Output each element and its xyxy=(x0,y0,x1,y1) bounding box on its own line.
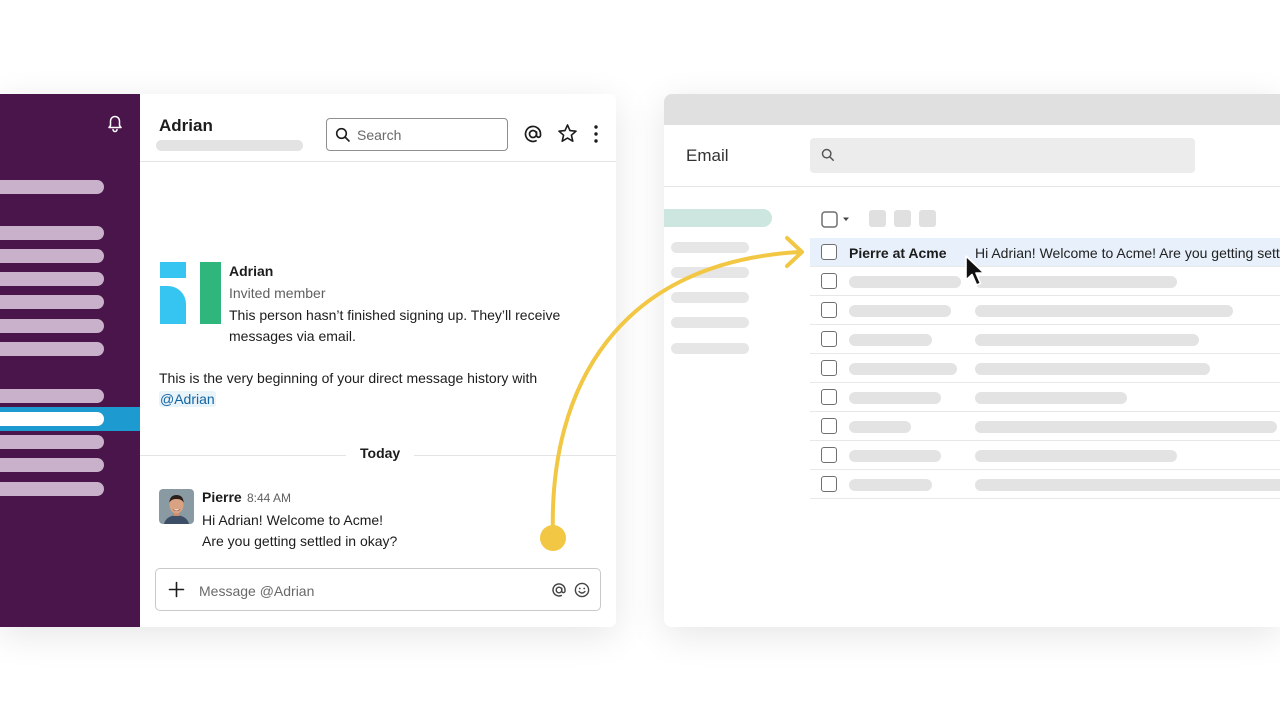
nav-item[interactable] xyxy=(671,267,749,278)
snippet-placeholder xyxy=(975,450,1177,462)
sidebar-item[interactable] xyxy=(0,249,104,263)
snippet-placeholder xyxy=(975,276,1177,288)
email-row[interactable] xyxy=(810,354,1280,383)
more-vertical-icon[interactable] xyxy=(592,124,600,144)
avatar[interactable] xyxy=(159,489,194,524)
chevron-down-icon xyxy=(843,217,849,221)
row-checkbox[interactable] xyxy=(821,476,837,492)
nav-item-active[interactable] xyxy=(664,209,772,227)
sidebar-item[interactable] xyxy=(0,435,104,449)
snippet-placeholder xyxy=(975,421,1277,433)
sidebar-item[interactable] xyxy=(0,389,104,403)
star-icon[interactable] xyxy=(557,123,578,144)
row-checkbox[interactable] xyxy=(821,302,837,318)
message-text-line2: Are you getting settled in okay? xyxy=(202,533,398,549)
history-intro-text: This is the very beginning of your direc… xyxy=(159,370,538,386)
channel-subtitle-placeholder xyxy=(156,140,303,151)
snippet-placeholder xyxy=(975,305,1233,317)
row-checkbox[interactable] xyxy=(821,389,837,405)
sender-placeholder xyxy=(849,334,932,346)
select-all-checkbox[interactable] xyxy=(821,211,853,228)
sidebar-item[interactable] xyxy=(0,342,104,356)
toolbar-button[interactable] xyxy=(919,210,936,227)
at-sign-icon[interactable] xyxy=(551,582,567,598)
nav-item[interactable] xyxy=(671,242,749,253)
email-snippet: Hi Adrian! Welcome to Acme! Are you gett… xyxy=(975,245,1280,261)
workspace-logo xyxy=(160,262,221,324)
search-input[interactable]: Search xyxy=(326,118,508,151)
sidebar-item[interactable] xyxy=(0,319,104,333)
email-window: Email Pierre at Acme Hi Adrian! Welcome … xyxy=(664,94,1280,627)
email-row[interactable] xyxy=(810,441,1280,470)
conversation-pane: Adrian Search Adrian Invited member This… xyxy=(140,94,616,627)
message-input[interactable]: Message @Adrian xyxy=(199,583,314,599)
plus-icon[interactable] xyxy=(168,581,185,598)
nav-item[interactable] xyxy=(671,292,749,303)
nav-item[interactable] xyxy=(671,317,749,328)
sidebar-item[interactable] xyxy=(0,482,104,496)
sender-placeholder xyxy=(849,450,941,462)
sender-placeholder xyxy=(849,392,941,404)
sender-placeholder xyxy=(849,479,932,491)
row-checkbox[interactable] xyxy=(821,331,837,347)
snippet-placeholder xyxy=(975,392,1127,404)
emoji-icon[interactable] xyxy=(574,582,590,598)
search-placeholder: Search xyxy=(357,127,402,143)
search-input[interactable] xyxy=(810,138,1195,173)
email-row-highlighted[interactable]: Pierre at Acme Hi Adrian! Welcome to Acm… xyxy=(810,238,1280,267)
row-checkbox[interactable] xyxy=(821,360,837,376)
email-row[interactable] xyxy=(810,383,1280,412)
at-sign-icon[interactable] xyxy=(523,124,543,144)
snippet-placeholder xyxy=(975,363,1210,375)
sender-placeholder xyxy=(849,276,961,288)
email-row[interactable] xyxy=(810,325,1280,354)
row-checkbox[interactable] xyxy=(821,244,837,260)
conversation-header: Adrian Search xyxy=(140,94,616,162)
profile-name[interactable]: Adrian xyxy=(229,263,273,279)
sidebar-item-active[interactable] xyxy=(0,407,140,431)
history-intro: This is the very beginning of your direc… xyxy=(159,368,579,410)
sidebar xyxy=(0,94,140,627)
header-divider xyxy=(664,186,1280,187)
nav-item[interactable] xyxy=(671,343,749,354)
sender-placeholder xyxy=(849,421,911,433)
date-divider-label[interactable]: Today xyxy=(346,445,415,461)
sidebar-item-active-label xyxy=(0,412,104,426)
search-icon xyxy=(821,148,834,161)
search-icon xyxy=(335,127,350,142)
sender-placeholder xyxy=(849,363,957,375)
profile-role: Invited member xyxy=(229,285,326,301)
sidebar-item[interactable] xyxy=(0,180,104,194)
sender-placeholder xyxy=(849,305,951,317)
email-row[interactable] xyxy=(810,267,1280,296)
sidebar-item[interactable] xyxy=(0,295,104,309)
email-sender: Pierre at Acme xyxy=(849,245,947,261)
window-titlebar xyxy=(664,94,1280,125)
app-title: Email xyxy=(686,146,729,165)
email-row[interactable] xyxy=(810,470,1280,499)
mouse-cursor-icon xyxy=(965,255,985,286)
channel-title[interactable]: Adrian xyxy=(159,116,213,136)
sidebar-item[interactable] xyxy=(0,226,104,240)
row-checkbox[interactable] xyxy=(821,273,837,289)
user-mention[interactable]: @Adrian xyxy=(159,391,216,407)
sidebar-item[interactable] xyxy=(0,272,104,286)
row-checkbox[interactable] xyxy=(821,418,837,434)
email-row[interactable] xyxy=(810,412,1280,441)
toolbar-button[interactable] xyxy=(894,210,911,227)
email-row[interactable] xyxy=(810,296,1280,325)
message-composer[interactable]: Message @Adrian xyxy=(155,568,601,611)
snippet-placeholder xyxy=(975,334,1199,346)
sidebar-item[interactable] xyxy=(0,458,104,472)
bell-icon[interactable] xyxy=(104,112,126,134)
snippet-placeholder xyxy=(975,479,1280,491)
toolbar-button[interactable] xyxy=(869,210,886,227)
message-text-line1: Hi Adrian! Welcome to Acme! xyxy=(202,512,384,528)
message-timestamp[interactable]: 8:44 AM xyxy=(247,491,291,505)
row-checkbox[interactable] xyxy=(821,447,837,463)
message-author[interactable]: Pierre xyxy=(202,489,242,505)
profile-description: This person hasn’t finished signing up. … xyxy=(229,307,561,344)
slack-window: Adrian Search Adrian Invited member This… xyxy=(0,94,616,627)
